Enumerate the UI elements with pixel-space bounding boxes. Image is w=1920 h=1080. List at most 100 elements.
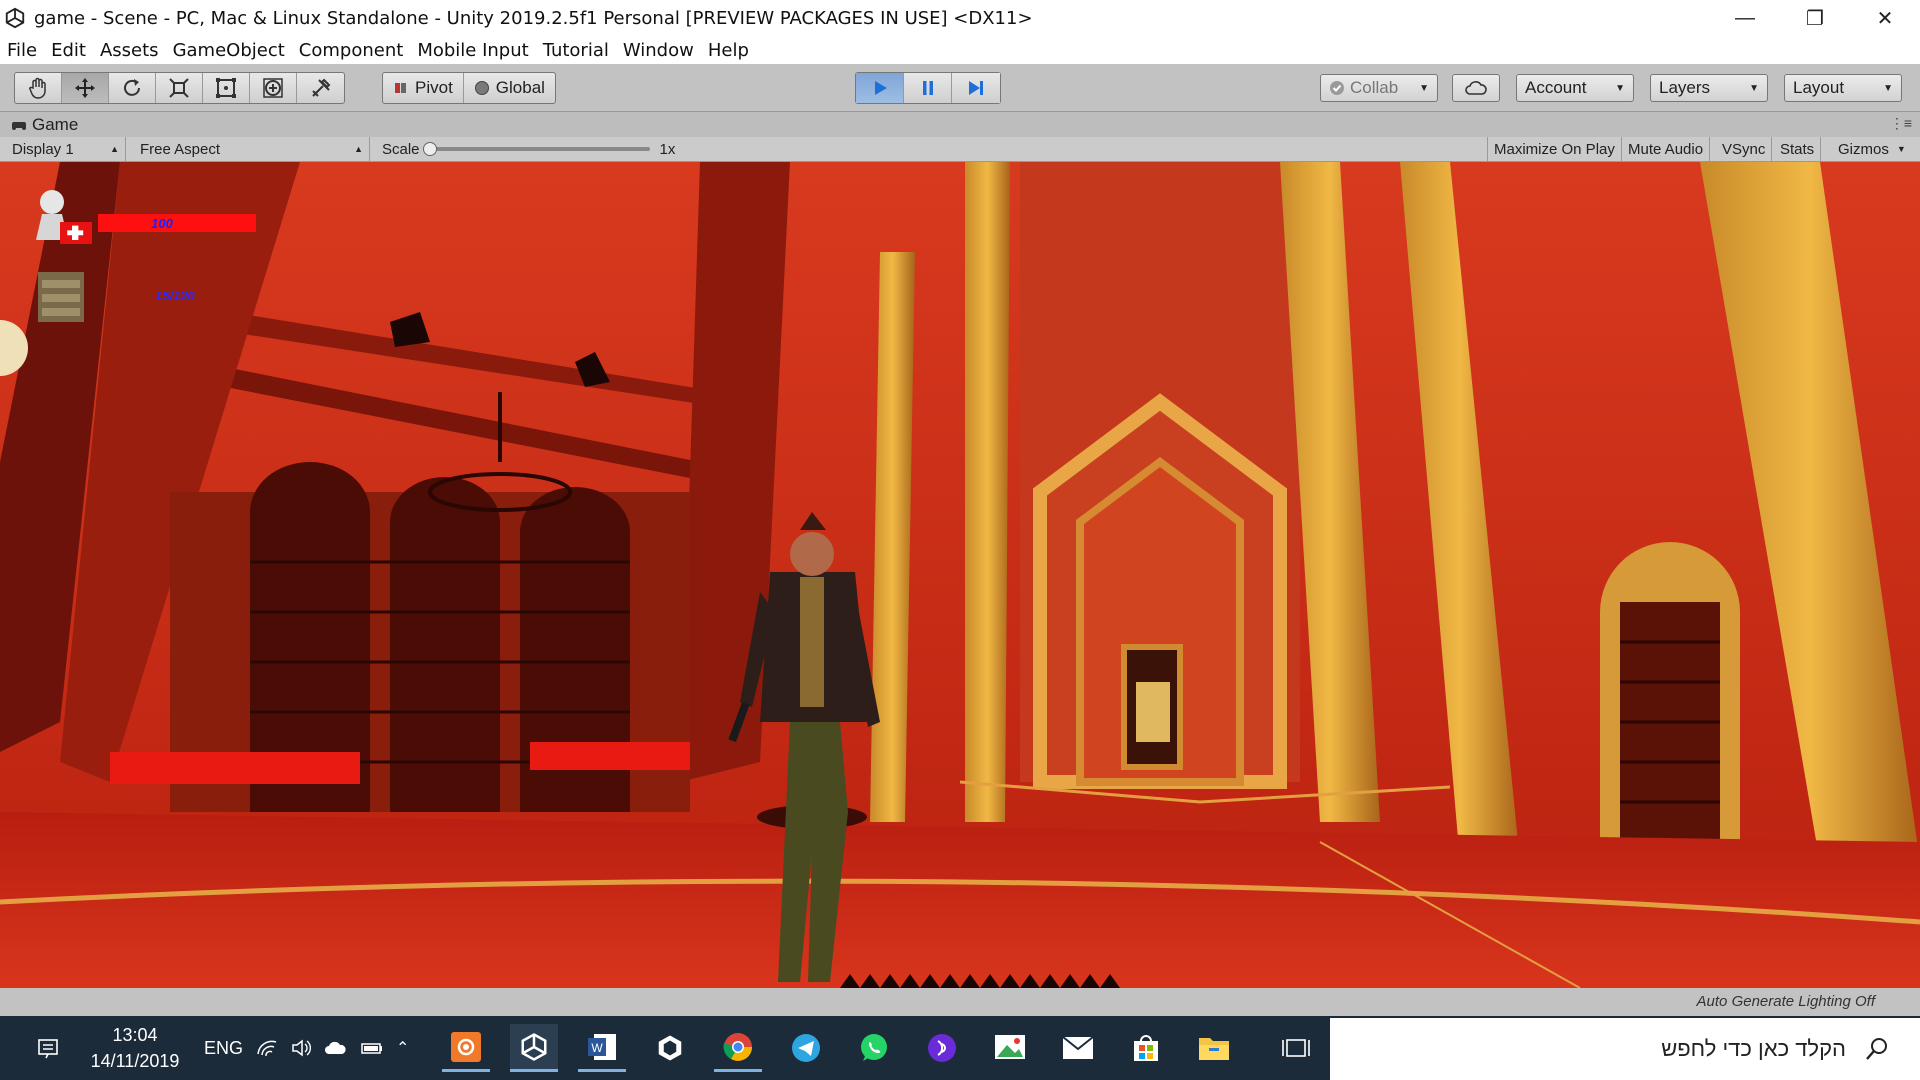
menu-bar: File Edit Assets GameObject Component Mo… <box>0 36 1920 64</box>
taskbar-app-unity-hub[interactable] <box>646 1024 694 1072</box>
layout-dropdown[interactable]: Layout ▼ <box>1784 74 1902 102</box>
status-bar: Auto Generate Lighting Off <box>0 988 1920 1016</box>
taskbar-app-telegram[interactable] <box>782 1024 830 1072</box>
vsync-label: VSync <box>1722 140 1766 158</box>
mute-audio-label: Mute Audio <box>1628 140 1704 158</box>
unity-logo-icon <box>5 7 25 29</box>
pivot-icon <box>395 83 406 93</box>
menu-assets[interactable]: Assets <box>93 40 166 61</box>
taskbar-app-photos[interactable] <box>986 1024 1034 1072</box>
taskbar-app-whatsapp[interactable] <box>850 1024 898 1072</box>
volume-icon[interactable] <box>290 1038 312 1058</box>
play-button[interactable] <box>856 73 904 103</box>
transform-tool-button[interactable] <box>250 73 297 103</box>
global-toggle[interactable]: Global <box>464 73 555 103</box>
action-center-button[interactable] <box>36 1016 60 1080</box>
taskbar-app-mail[interactable] <box>1054 1024 1102 1072</box>
tab-menu-icon[interactable]: ⋮≡ <box>1890 115 1912 132</box>
taskbar-app-podcast[interactable] <box>918 1024 966 1072</box>
chevron-down-icon: ▼ <box>1615 82 1625 94</box>
taskbar-app-explorer[interactable] <box>1190 1024 1238 1072</box>
maximize-on-play-button[interactable]: Maximize On Play <box>1487 137 1622 161</box>
updown-icon: ▲ <box>110 144 119 154</box>
rect-tool-button[interactable] <box>203 73 250 103</box>
layers-dropdown[interactable]: Layers ▼ <box>1650 74 1768 102</box>
move-tool-button[interactable] <box>62 73 109 103</box>
minimize-button[interactable]: — <box>1710 0 1780 36</box>
ammo-counter: 15/120 <box>155 288 195 303</box>
search-icon <box>1866 1038 1887 1060</box>
pause-button[interactable] <box>904 73 952 103</box>
taskbar-search[interactable]: הקלד כאן כדי לחפש <box>1330 1018 1920 1080</box>
menu-help[interactable]: Help <box>701 40 756 61</box>
menu-tutorial[interactable]: Tutorial <box>536 40 616 61</box>
screen-recorder-icon <box>451 1031 481 1062</box>
onedrive-icon[interactable] <box>324 1040 348 1056</box>
aspect-label: Free Aspect <box>140 140 221 158</box>
transform-icon <box>263 78 283 98</box>
collab-dropdown[interactable]: Collab ▼ <box>1320 74 1438 102</box>
chevron-down-icon: ▼ <box>1883 82 1893 94</box>
gizmos-label: Gizmos <box>1838 140 1889 158</box>
menu-gameobject[interactable]: GameObject <box>166 40 292 61</box>
taskbar-app-word[interactable]: W <box>578 1024 626 1072</box>
move-icon <box>75 78 95 98</box>
mute-audio-button[interactable]: Mute Audio <box>1622 137 1711 161</box>
scale-slider[interactable] <box>422 142 650 156</box>
display-dropdown[interactable]: Display 1 ▲ <box>6 137 126 161</box>
taskbar-app-unity[interactable] <box>510 1024 558 1072</box>
custom-tool-button[interactable] <box>297 73 344 103</box>
restore-button[interactable]: ❐ <box>1780 0 1850 36</box>
game-tab[interactable]: Game <box>12 115 78 135</box>
global-label: Global <box>495 78 545 97</box>
scale-slider-knob[interactable] <box>422 142 437 156</box>
window-title: game - Scene - PC, Mac & Linux Standalon… <box>34 7 1033 29</box>
vsync-button[interactable]: VSync <box>1716 137 1773 161</box>
clock[interactable]: 13:04 14/11/2019 <box>75 1022 195 1074</box>
cloud-button[interactable] <box>1452 74 1500 102</box>
battery-icon[interactable] <box>360 1040 384 1056</box>
play-controls <box>855 72 1001 104</box>
menu-mobile-input[interactable]: Mobile Input <box>410 40 535 61</box>
layers-label: Layers <box>1659 78 1711 97</box>
chevron-up-icon[interactable]: ⌃ <box>396 1038 409 1058</box>
globe-icon <box>474 81 489 95</box>
lighting-status: Auto Generate Lighting Off <box>1696 993 1875 1010</box>
account-dropdown[interactable]: Account ▼ <box>1516 74 1634 102</box>
scale-tool-button[interactable] <box>156 73 203 103</box>
gizmos-dropdown[interactable]: Gizmos ▼ <box>1832 137 1920 161</box>
game-scene <box>0 162 1920 988</box>
language-indicator[interactable]: ENG <box>204 1016 243 1080</box>
taskbar-app-store[interactable] <box>1122 1024 1170 1072</box>
menu-file[interactable]: File <box>0 40 44 61</box>
pivot-label: Pivot <box>415 78 453 97</box>
menu-edit[interactable]: Edit <box>44 40 93 61</box>
rotate-tool-button[interactable] <box>109 73 156 103</box>
game-view-toolbar: Display 1 ▲ Free Aspect ▲ Scale 1x Maxim… <box>0 137 1920 162</box>
task-view-button[interactable] <box>1272 1024 1320 1072</box>
podcast-icon <box>928 1034 956 1062</box>
chevron-down-icon: ▼ <box>1749 82 1759 94</box>
pivot-toggle[interactable]: Pivot <box>383 73 464 103</box>
cloud-icon <box>1465 81 1487 95</box>
step-button[interactable] <box>952 73 1000 103</box>
hand-tool-button[interactable] <box>15 73 62 103</box>
game-viewport[interactable]: 100 15/120 <box>0 162 1920 988</box>
rotate-icon <box>124 79 140 96</box>
check-circle-icon <box>1330 81 1344 95</box>
stats-button[interactable]: Stats <box>1774 137 1822 161</box>
windows-taskbar: 13:04 14/11/2019 ENG ⌃ W הקלד כאן כדי לח… <box>0 1016 1920 1080</box>
scale-value: 1x <box>659 140 676 158</box>
health-value: 100 <box>151 215 173 231</box>
taskbar-app-recorder[interactable] <box>442 1024 490 1072</box>
collab-label: Collab <box>1350 78 1399 97</box>
game-controller-icon <box>12 121 26 130</box>
title-bar: game - Scene - PC, Mac & Linux Standalon… <box>0 0 1920 36</box>
wifi-icon[interactable] <box>256 1038 278 1058</box>
menu-component[interactable]: Component <box>292 40 411 61</box>
taskbar-app-chrome[interactable] <box>714 1024 762 1072</box>
chevron-down-icon: ▼ <box>1896 144 1906 154</box>
aspect-dropdown[interactable]: Free Aspect ▲ <box>134 137 370 161</box>
close-button[interactable]: ✕ <box>1850 0 1920 36</box>
menu-window[interactable]: Window <box>616 40 701 61</box>
